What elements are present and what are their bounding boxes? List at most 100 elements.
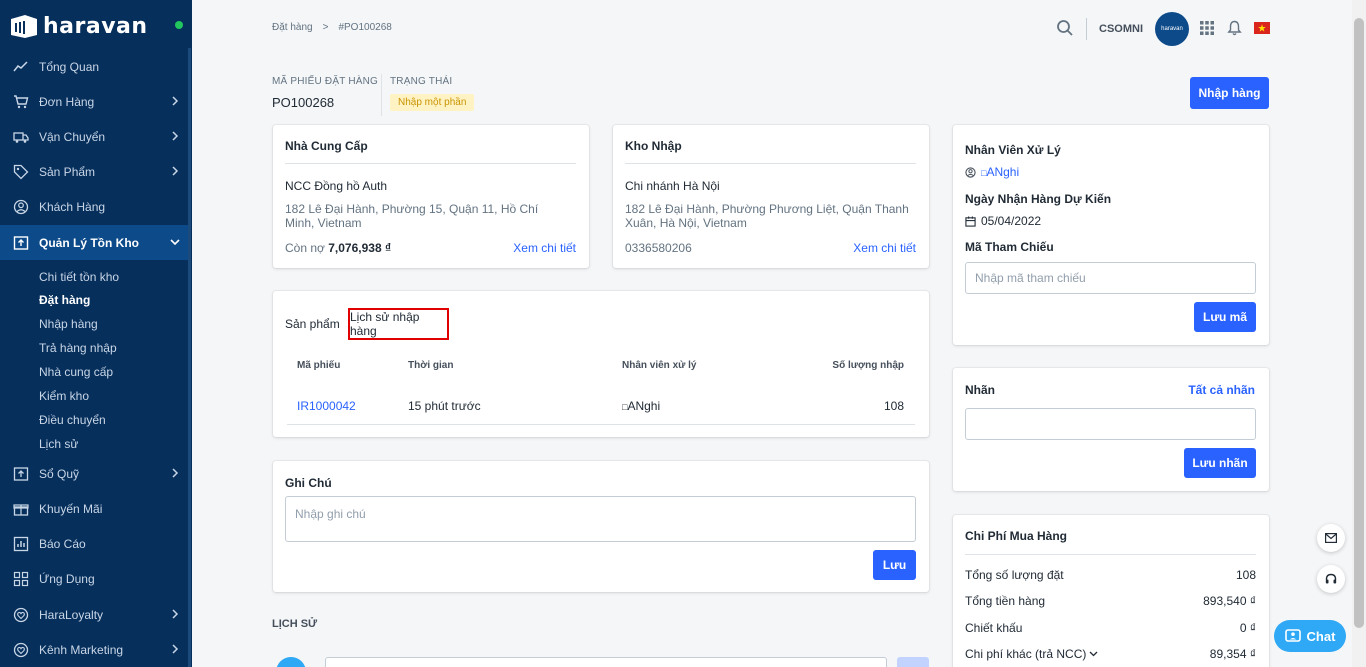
save-note-button[interactable]: Lưu: [873, 550, 916, 580]
status-badge: Nhập một phần: [390, 94, 475, 111]
avatar[interactable]: haravan: [1155, 12, 1189, 46]
username[interactable]: CSOMNI: [1099, 23, 1143, 35]
purchase-cost-divider: [965, 554, 1256, 555]
brand-logo[interactable]: haravan: [9, 12, 148, 40]
sidebar-subitem-5[interactable]: Kiểm kho: [39, 389, 89, 403]
row-staff-name: ANghi: [627, 399, 661, 413]
note-card: Ghi Chú Nhập ghi chú Lưu: [273, 461, 929, 592]
cost-label-discount: Chiết khấu: [965, 621, 1023, 635]
expected-date[interactable]: 05/04/2022: [965, 214, 1041, 228]
po-code-label: MÃ PHIẾU ĐẶT HÀNG: [272, 76, 379, 87]
chat-icon: [1284, 628, 1301, 642]
sidebar-item-11[interactable]: Kênh Marketing: [0, 632, 188, 667]
sidebar-item-4[interactable]: Khách Hàng: [0, 189, 188, 224]
po-code-value: PO100268: [272, 95, 335, 110]
sidebar-item-0[interactable]: Tổng Quan: [0, 49, 188, 84]
sidebar-item-5[interactable]: Quản Lý Tồn Kho: [0, 225, 188, 260]
log-send-button[interactable]: [897, 657, 929, 667]
sidebar-item-9[interactable]: Ứng Dụng: [0, 561, 188, 596]
sidebar-item-label: Sản Phẩm: [39, 164, 96, 179]
save-ref-code-button[interactable]: Lưu mã: [1194, 302, 1256, 332]
sidebar-subitem-3[interactable]: Trả hàng nhập: [39, 341, 117, 355]
sidebar-subitem-0[interactable]: Chi tiết tồn kho: [39, 270, 119, 284]
note-textarea[interactable]: Nhập ghi chú: [285, 496, 916, 542]
sidebar-subitem-1[interactable]: Đặt hàng: [39, 293, 90, 307]
sidebar-item-2[interactable]: Vận Chuyển: [0, 119, 188, 154]
sidebar-item-label: Vận Chuyển: [39, 129, 106, 144]
online-status-dot: [175, 21, 183, 29]
staff-value[interactable]: □ANghi: [965, 165, 1019, 179]
sidebar-subitem-2[interactable]: Nhập hàng: [39, 317, 98, 331]
breadcrumb: Đặt hàng > #PO100268: [272, 22, 392, 33]
cost-value-other: 89,354 ₫: [1209, 647, 1256, 661]
apps-grid-icon[interactable]: [1199, 20, 1215, 39]
col-header-qty: Số lượng nhập: [832, 360, 904, 371]
sidebar-item-label: HaraLoyalty: [39, 607, 104, 622]
chat-label: Chat: [1306, 628, 1336, 644]
bell-icon[interactable]: [1227, 20, 1242, 39]
chevron-right-icon: [172, 166, 179, 176]
sidebar-item-label: Tổng Quan: [39, 59, 100, 74]
truck-icon: [12, 128, 30, 146]
sidebar-item-label: Đơn Hàng: [39, 94, 95, 109]
save-tags-button[interactable]: Lưu nhãn: [1184, 448, 1256, 478]
tags-card: Nhãn Tất cả nhãn Lưu nhãn: [953, 368, 1269, 491]
email-support-button[interactable]: [1317, 524, 1345, 552]
header-divider: [381, 74, 382, 116]
search-icon[interactable]: [1056, 19, 1074, 40]
heart-icon: [12, 606, 30, 624]
sidebar-item-1[interactable]: Đơn Hàng: [0, 84, 188, 119]
sidebar-scrollbar[interactable]: [188, 48, 191, 667]
sidebar-item-8[interactable]: Báo Cáo: [0, 526, 188, 561]
staff-name-link[interactable]: □ANghi: [981, 165, 1019, 179]
history-log-title: LỊCH SỬ: [272, 618, 318, 630]
report-icon: [12, 535, 30, 553]
warehouse-detail-link[interactable]: Xem chi tiết: [853, 241, 916, 255]
vietnam-flag-icon[interactable]: [1254, 21, 1270, 37]
breadcrumb-parent[interactable]: Đặt hàng: [272, 22, 313, 33]
sidebar-item-label: Sổ Quỹ: [39, 466, 80, 481]
col-header-code: Mã phiếu: [297, 360, 341, 371]
chart-line-icon: [12, 58, 30, 76]
log-comment-input[interactable]: [325, 657, 887, 667]
cost-label-subtotal: Tổng tiền hàng: [965, 594, 1046, 608]
ref-code-input[interactable]: Nhập mã tham chiếu: [965, 262, 1256, 294]
row-time: 15 phút trước: [408, 399, 481, 413]
sidebar-item-7[interactable]: Khuyến Mãi: [0, 491, 188, 526]
tab-import-history[interactable]: Lịch sử nhập hàng: [348, 308, 449, 340]
phone-support-button[interactable]: [1317, 565, 1345, 593]
expected-date-value: 05/04/2022: [981, 214, 1042, 228]
sidebar-item-label: Kênh Marketing: [39, 642, 124, 657]
import-history-card: Sản phẩm Lịch sử nhập hàng Mã phiếu Thời…: [273, 291, 929, 437]
sidebar-subitem-7[interactable]: Lịch sử: [39, 437, 78, 451]
import-goods-button[interactable]: Nhập hàng: [1190, 77, 1269, 109]
warehouse-address: 182 Lê Đại Hành, Phường Phương Liệt, Quậ…: [625, 202, 909, 230]
sidebar-item-6[interactable]: Sổ Quỹ: [0, 456, 188, 491]
tags-title: Nhãn: [965, 383, 995, 397]
supplier-debt-label: Còn nợ: [285, 241, 325, 255]
warehouse-title: Kho Nhập: [625, 139, 682, 153]
sidebar-subitem-6[interactable]: Điều chuyển: [39, 413, 106, 427]
avatar-text: haravan: [1161, 26, 1183, 32]
sidebar-item-label: Ứng Dụng: [39, 571, 95, 586]
staff-card: Nhân Viên Xử Lý □ANghi Ngày Nhận Hàng Dự…: [953, 125, 1269, 345]
sidebar-item-10[interactable]: HaraLoyalty: [0, 597, 188, 632]
page-scrollbar-thumb[interactable]: [1354, 18, 1364, 628]
tab-import-history-label: Lịch sử nhập hàng: [350, 310, 420, 338]
warehouse-card: Kho Nhập Chi nhánh Hà Nội 182 Lê Đại Hàn…: [613, 125, 929, 268]
tags-input[interactable]: [965, 408, 1256, 440]
supplier-detail-link[interactable]: Xem chi tiết: [513, 241, 576, 255]
row-code-link[interactable]: IR1000042: [297, 399, 356, 413]
tab-products[interactable]: Sản phẩm: [285, 317, 340, 331]
chevron-down-icon: [170, 239, 180, 246]
other-costs-toggle[interactable]: Chi phí khác (trả NCC): [965, 647, 1098, 661]
breadcrumb-separator: >: [322, 22, 329, 33]
chat-button[interactable]: Chat: [1274, 620, 1346, 652]
sidebar-subitem-4[interactable]: Nhà cung cấp: [39, 365, 113, 379]
sidebar-item-label: Báo Cáo: [39, 536, 86, 551]
supplier-card: Nhà Cung Cấp NCC Đồng hồ Auth 182 Lê Đại…: [273, 125, 589, 268]
page-scrollbar-track[interactable]: [1352, 0, 1366, 667]
calendar-icon: [965, 215, 976, 227]
all-tags-link[interactable]: Tất cả nhãn: [1188, 383, 1255, 397]
sidebar-item-3[interactable]: Sản Phẩm: [0, 154, 188, 189]
